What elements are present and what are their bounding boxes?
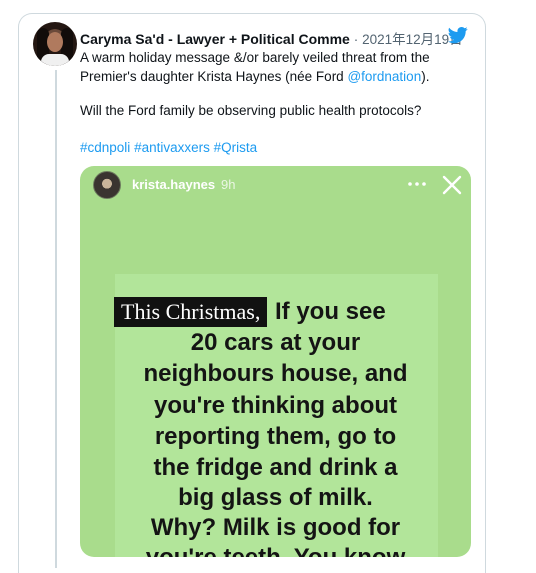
story-line: you're teeth. You know (80, 543, 471, 557)
tweet-text-line: Premier's daughter Krista Haynes (née Fo… (80, 68, 429, 86)
story-highlight-text: This Christmas, (114, 297, 268, 327)
hashtag-link[interactable]: #cdnpoli (80, 140, 130, 155)
story-time: 9h (221, 177, 236, 192)
story-avatar (93, 171, 121, 199)
story-line: the fridge and drink a (153, 454, 398, 481)
close-icon (442, 175, 462, 195)
tweet-text-line: A warm holiday message &/or barely veile… (80, 50, 430, 65)
story-line: 20 cars at your (190, 329, 361, 356)
tweet-question: Will the Ford family be observing public… (80, 103, 422, 118)
hashtag-link[interactable]: #antivaxxers (134, 140, 210, 155)
thread-line (55, 70, 57, 568)
tweet-text: ). (421, 69, 430, 84)
more-dots-icon (408, 182, 426, 186)
story-line: If you see (275, 298, 386, 325)
author-name[interactable]: Caryma Sa'd - Lawyer + Political Comme (80, 31, 350, 47)
story-line: reporting them, go to (154, 423, 397, 450)
separator: · (353, 32, 359, 47)
tweet-header: Caryma Sa'd - Lawyer + Political Comme ·… (80, 28, 463, 48)
story-line: neighbours house, and (143, 360, 408, 387)
story-line: big glass of milk. (178, 484, 373, 511)
story-username: krista.haynes (132, 177, 216, 192)
story-line: Why? Milk is good for (150, 514, 401, 541)
author-avatar[interactable] (33, 22, 77, 66)
story-line: you're thinking about (153, 392, 398, 419)
tweet-text: Premier's daughter Krista Haynes (née Fo… (80, 69, 348, 84)
story-image[interactable]: krista.haynes 9h This Christmas, If you … (80, 166, 471, 557)
hashtag-link[interactable]: #Qrista (214, 140, 258, 155)
hashtag-row: #cdnpoli #antivaxxers #Qrista (80, 139, 257, 157)
mention-link[interactable]: @fordnation (347, 69, 421, 84)
twitter-bird-icon[interactable] (447, 25, 469, 45)
